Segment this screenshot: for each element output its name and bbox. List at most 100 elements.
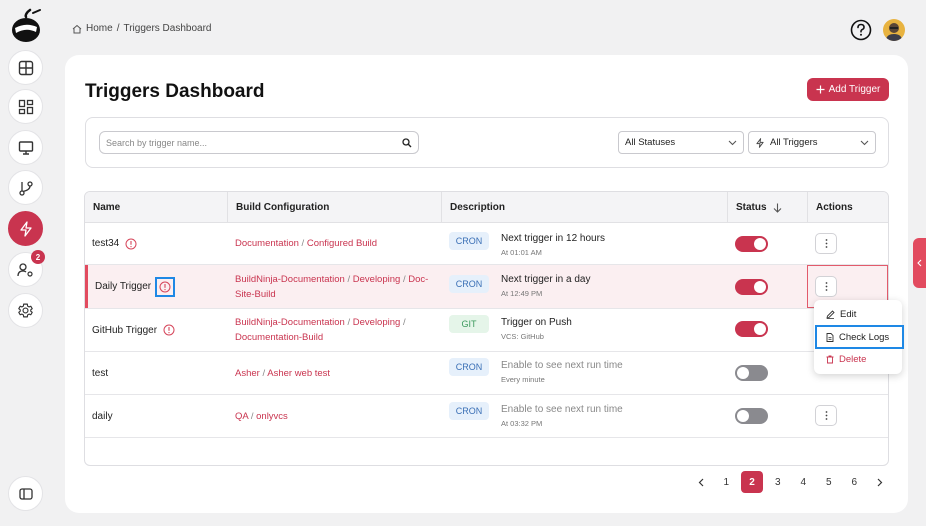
git-branch-icon bbox=[18, 180, 33, 196]
sort-down-icon[interactable] bbox=[773, 203, 782, 213]
sidebar: 2 bbox=[0, 0, 52, 526]
menu-item-delete[interactable]: Delete bbox=[814, 349, 902, 369]
toggle-knob bbox=[754, 323, 766, 335]
pagination-page[interactable]: 6 bbox=[842, 471, 868, 493]
build-config-link[interactable]: Configured Build bbox=[307, 238, 377, 249]
header-build[interactable]: Build Configuration bbox=[236, 192, 329, 223]
column-divider bbox=[727, 192, 728, 223]
pagination-page[interactable]: 5 bbox=[816, 471, 842, 493]
table-row[interactable]: daily QA / onlyvcs CRON Enable to see ne… bbox=[85, 395, 888, 438]
build-project-link[interactable]: BuildNinja-Documentation bbox=[235, 274, 345, 285]
sidebar-item-dashboard[interactable] bbox=[8, 50, 43, 85]
home-icon[interactable] bbox=[72, 24, 82, 34]
pagination-page-current[interactable]: 2 bbox=[741, 471, 763, 493]
row-actions-button[interactable] bbox=[815, 405, 837, 426]
menu-item-edit[interactable]: Edit bbox=[814, 304, 902, 324]
breadcrumb-home[interactable]: Home bbox=[86, 23, 113, 34]
status-toggle[interactable] bbox=[735, 408, 768, 424]
sidebar-item-users[interactable]: 2 bbox=[8, 250, 45, 287]
build-project-link[interactable]: BuildNinja-Documentation bbox=[235, 317, 345, 328]
status-filter-select[interactable]: All Statuses bbox=[618, 131, 744, 154]
build-config[interactable]: BuildNinja-Documentation / Developing / … bbox=[235, 265, 440, 308]
status-toggle[interactable] bbox=[735, 365, 768, 381]
trigger-name[interactable]: Daily Trigger bbox=[95, 265, 176, 308]
build-separator: / bbox=[400, 317, 406, 328]
table-row[interactable]: GitHub Trigger BuildNinja-Documentation … bbox=[85, 309, 888, 352]
search-icon[interactable] bbox=[402, 137, 412, 148]
table-row[interactable]: Daily Trigger BuildNinja-Documentation /… bbox=[85, 265, 888, 309]
pagination-prev-button[interactable] bbox=[688, 471, 714, 493]
description-text: Next trigger in a day bbox=[501, 274, 591, 285]
build-separator: / bbox=[298, 238, 307, 249]
trigger-name[interactable]: daily bbox=[92, 395, 113, 437]
layout-icon bbox=[18, 60, 33, 75]
description-subtext: At 03:32 PM bbox=[501, 419, 543, 428]
trigger-name[interactable]: GitHub Trigger bbox=[92, 309, 175, 351]
lightning-icon bbox=[19, 220, 32, 237]
toggle-knob bbox=[737, 410, 749, 422]
sidebar-item-monitor[interactable] bbox=[8, 130, 43, 165]
sidebar-item-version-control[interactable] bbox=[8, 170, 43, 205]
table-row[interactable]: test34 Documentation / Configured Build … bbox=[85, 223, 888, 265]
build-config-link[interactable]: onlyvcs bbox=[256, 411, 288, 422]
status-toggle[interactable] bbox=[735, 279, 768, 295]
build-project-link[interactable]: Documentation bbox=[235, 238, 299, 249]
search-input[interactable] bbox=[106, 137, 402, 148]
build-subproject-link[interactable]: Developing bbox=[353, 274, 401, 285]
description-subtext: Every minute bbox=[501, 375, 545, 384]
table-row[interactable]: test Asher / Asher web test CRON Enable … bbox=[85, 352, 888, 395]
status-toggle[interactable] bbox=[735, 321, 768, 337]
breadcrumb: Home / Triggers Dashboard bbox=[72, 23, 211, 34]
trigger-type-filter-select[interactable]: All Triggers bbox=[748, 131, 876, 154]
column-divider bbox=[227, 192, 228, 223]
trigger-name[interactable]: test34 bbox=[92, 223, 137, 264]
chevron-down-icon bbox=[728, 140, 737, 145]
pagination-page[interactable]: 4 bbox=[791, 471, 817, 493]
help-icon[interactable] bbox=[850, 19, 872, 41]
header-description-label: Description bbox=[450, 202, 506, 213]
build-project-link[interactable]: Asher bbox=[235, 368, 260, 379]
more-vertical-icon bbox=[825, 411, 827, 420]
chevron-left-icon bbox=[917, 259, 922, 267]
build-project-link[interactable]: QA bbox=[235, 411, 248, 422]
header-status[interactable]: Status bbox=[736, 192, 782, 223]
user-avatar-icon bbox=[886, 23, 902, 41]
trigger-name-label: GitHub Trigger bbox=[92, 324, 158, 336]
alert-circle-icon[interactable] bbox=[125, 238, 137, 250]
sidebar-item-settings[interactable] bbox=[8, 293, 43, 328]
pagination-page[interactable]: 3 bbox=[765, 471, 791, 493]
table-header: Name Build Configuration Description Sta… bbox=[85, 192, 888, 223]
right-panel-toggle[interactable] bbox=[913, 238, 926, 288]
pagination-next-button[interactable] bbox=[867, 471, 893, 493]
build-config[interactable]: QA / onlyvcs bbox=[235, 395, 440, 437]
build-subproject-link[interactable]: Developing bbox=[353, 317, 401, 328]
build-config[interactable]: BuildNinja-Documentation / Developing / … bbox=[235, 309, 440, 351]
trigger-name[interactable]: test bbox=[92, 352, 108, 394]
column-divider bbox=[807, 192, 808, 223]
pagination-page[interactable]: 1 bbox=[714, 471, 740, 493]
trigger-type-badge: GIT bbox=[449, 315, 489, 333]
row-actions-button[interactable] bbox=[815, 233, 837, 254]
plus-icon bbox=[816, 85, 825, 94]
build-config[interactable]: Documentation / Configured Build bbox=[235, 223, 440, 264]
sidebar-item-widgets[interactable] bbox=[8, 89, 43, 124]
menu-item-check-logs[interactable]: Check Logs bbox=[815, 325, 904, 349]
add-trigger-button[interactable]: Add Trigger bbox=[807, 78, 889, 101]
header-name-label: Name bbox=[93, 202, 121, 213]
sidebar-item-triggers[interactable] bbox=[8, 211, 43, 246]
more-vertical-icon bbox=[825, 239, 827, 248]
status-filter-value: All Statuses bbox=[625, 137, 676, 148]
row-actions-button[interactable] bbox=[815, 276, 837, 297]
header-name[interactable]: Name bbox=[93, 192, 120, 223]
status-toggle[interactable] bbox=[735, 236, 768, 252]
alert-circle-icon[interactable] bbox=[163, 324, 175, 336]
build-config[interactable]: Asher / Asher web test bbox=[235, 352, 440, 394]
ninja-logo-icon bbox=[12, 8, 41, 42]
avatar[interactable] bbox=[883, 19, 905, 41]
build-config-link[interactable]: Documentation-Build bbox=[235, 332, 323, 343]
build-config-link[interactable]: Asher web test bbox=[267, 368, 330, 379]
sidebar-collapse-button[interactable] bbox=[8, 476, 43, 511]
user-settings-icon bbox=[17, 262, 33, 277]
alert-circle-icon[interactable] bbox=[155, 276, 176, 297]
header-description[interactable]: Description bbox=[450, 192, 505, 223]
